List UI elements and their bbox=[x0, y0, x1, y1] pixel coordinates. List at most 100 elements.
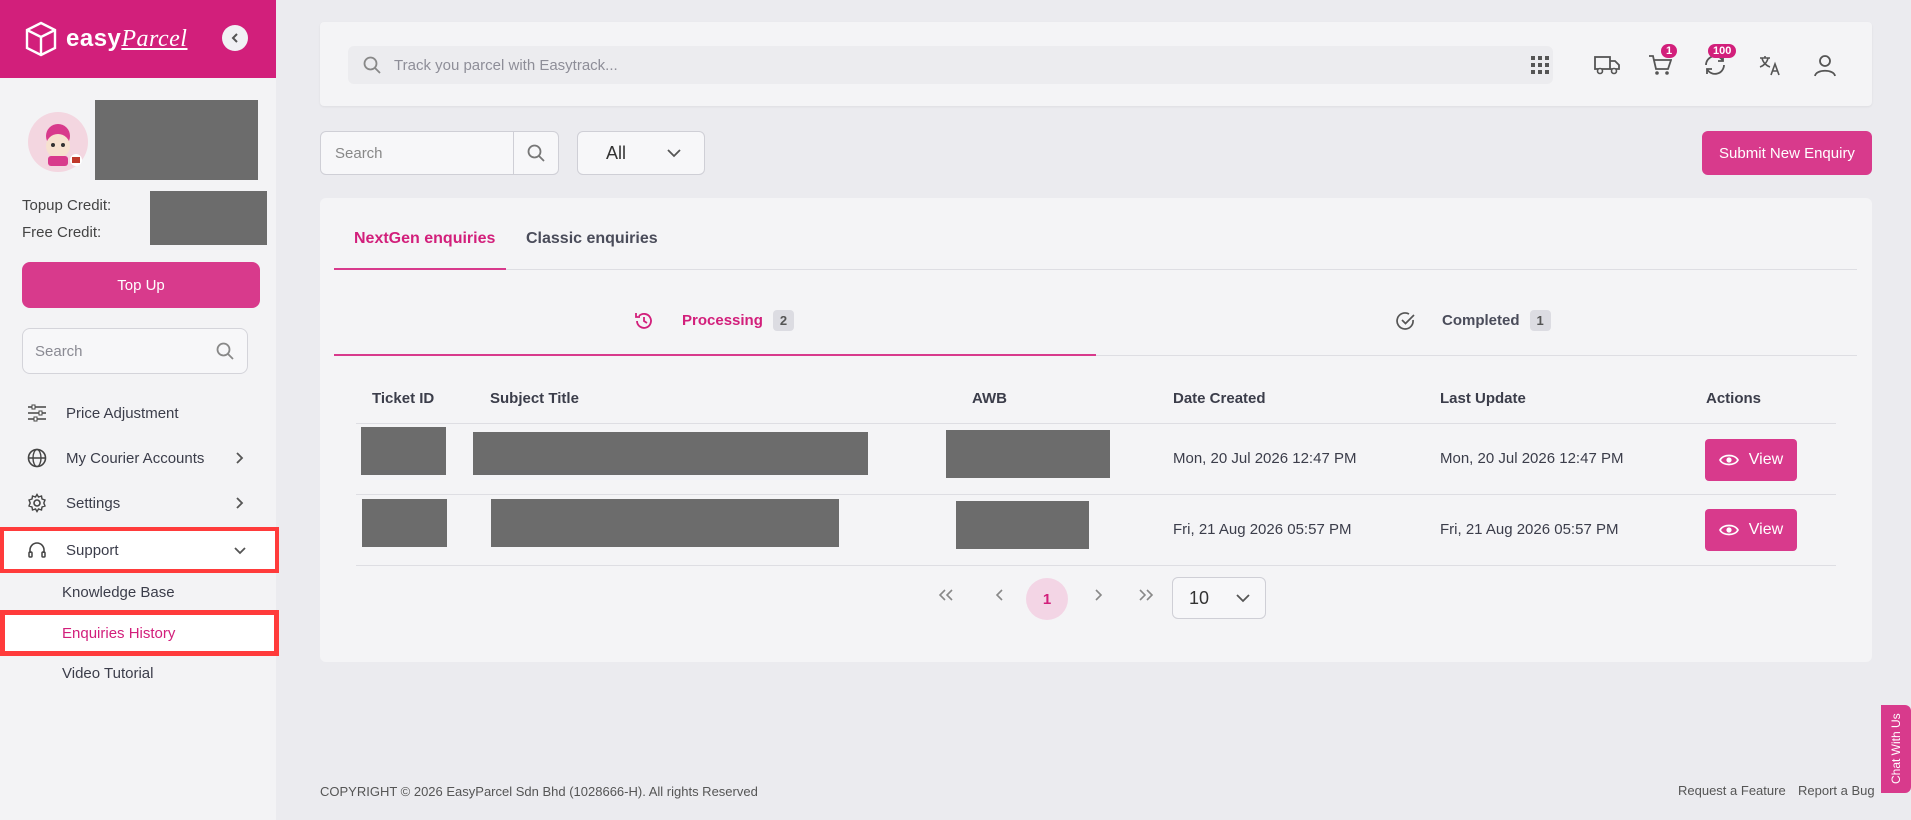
profile-button[interactable] bbox=[1810, 50, 1840, 80]
enquiry-search-input[interactable]: Search bbox=[320, 131, 559, 175]
subtab-completed[interactable]: Completed 1 bbox=[1396, 310, 1551, 331]
cart-badge: 1 bbox=[1661, 44, 1678, 58]
previous-page-button[interactable] bbox=[990, 588, 1010, 602]
page-size-select[interactable]: 10 bbox=[1172, 577, 1266, 619]
sidebar: easyParcel Topup Credit: Free Credit: To… bbox=[0, 0, 279, 820]
sidebar-subitem-enquiries-history[interactable]: Enquiries History bbox=[0, 610, 279, 656]
search-icon[interactable] bbox=[215, 341, 235, 361]
enquiry-search-placeholder: Search bbox=[335, 144, 383, 162]
chevron-down-icon bbox=[1236, 594, 1250, 603]
brand-header: easyParcel bbox=[0, 0, 276, 78]
page-size-value: 10 bbox=[1189, 587, 1210, 608]
view-button[interactable]: View bbox=[1705, 509, 1797, 551]
top-bar: Track you parcel with Easytrack... 1 100 bbox=[320, 22, 1872, 106]
subtab-completed-label: Completed bbox=[1442, 312, 1520, 329]
sidebar-subitem-video-tutorial[interactable]: Video Tutorial bbox=[0, 655, 276, 691]
sidebar-item-label: Support bbox=[66, 541, 119, 559]
sidebar-subitem-knowledge-base[interactable]: Knowledge Base bbox=[0, 574, 276, 610]
view-button[interactable]: View bbox=[1705, 439, 1797, 481]
free-credit-label: Free Credit: bbox=[22, 224, 102, 241]
redacted-subject-title bbox=[473, 432, 868, 475]
check-circle-icon bbox=[1396, 311, 1415, 330]
sidebar-item-label: Settings bbox=[66, 494, 121, 512]
top-up-button[interactable]: Top Up bbox=[22, 262, 260, 308]
cart-button[interactable]: 1 bbox=[1645, 44, 1678, 80]
notifications-badge: 100 bbox=[1708, 44, 1737, 58]
track-parcel-input[interactable]: Track you parcel with Easytrack... bbox=[348, 46, 1553, 84]
subtab-processing[interactable]: Processing 2 bbox=[634, 310, 795, 331]
chevron-right-icon bbox=[236, 452, 244, 464]
column-header-last-update: Last Update bbox=[1440, 390, 1526, 407]
column-header-date-created: Date Created bbox=[1173, 390, 1266, 407]
redacted-ticket-id bbox=[362, 499, 447, 547]
shipping-button[interactable] bbox=[1592, 50, 1622, 80]
date-created: Fri, 21 Aug 2026 05:57 PM bbox=[1173, 521, 1352, 538]
sidebar-item-label: Price Adjustment bbox=[66, 404, 179, 422]
submit-new-enquiry-button[interactable]: Submit New Enquiry bbox=[1702, 131, 1872, 175]
active-tab-indicator bbox=[334, 268, 506, 270]
sidebar-item-price-adjustment[interactable]: Price Adjustment bbox=[0, 393, 276, 433]
column-header-actions: Actions bbox=[1706, 390, 1762, 407]
table-row-divider bbox=[356, 494, 1836, 495]
grid-icon bbox=[1531, 56, 1549, 74]
redacted-awb bbox=[946, 430, 1110, 478]
gear-icon bbox=[28, 493, 46, 513]
sidebar-item-support[interactable]: Support bbox=[0, 527, 279, 573]
table-header-divider bbox=[356, 423, 1836, 424]
page-number-current[interactable]: 1 bbox=[1026, 578, 1068, 620]
sidebar-search-placeholder: Search bbox=[35, 342, 83, 360]
mascot-avatar-icon bbox=[46, 124, 82, 166]
logo[interactable]: easyParcel bbox=[24, 21, 187, 57]
chat-with-us-button[interactable]: Chat With Us bbox=[1881, 705, 1911, 793]
track-parcel-placeholder: Track you parcel with Easytrack... bbox=[394, 56, 618, 74]
subtab-processing-label: Processing bbox=[682, 312, 763, 329]
redacted-subject-title bbox=[491, 499, 839, 547]
last-page-button[interactable] bbox=[1134, 588, 1158, 602]
report-bug-link[interactable]: Report a Bug bbox=[1798, 783, 1875, 798]
eye-icon bbox=[1718, 454, 1739, 466]
redacted-ticket-id bbox=[361, 427, 446, 475]
tab-classic-enquiries[interactable]: Classic enquiries bbox=[526, 230, 658, 248]
active-subtab-indicator bbox=[334, 354, 1096, 356]
column-header-subject-title: Subject Title bbox=[490, 390, 579, 407]
chevron-left-icon bbox=[231, 33, 238, 43]
avatar[interactable] bbox=[28, 112, 88, 172]
notifications-button[interactable]: 100 bbox=[1700, 44, 1737, 80]
history-icon bbox=[635, 312, 652, 329]
redacted-credit-values bbox=[150, 191, 267, 245]
last-update: Fri, 21 Aug 2026 05:57 PM bbox=[1440, 521, 1619, 538]
globe-icon bbox=[27, 448, 47, 468]
last-update: Mon, 20 Jul 2026 12:47 PM bbox=[1440, 450, 1624, 467]
next-page-button[interactable] bbox=[1088, 588, 1108, 602]
language-button[interactable] bbox=[1755, 50, 1785, 80]
sidebar-search-input[interactable]: Search bbox=[22, 328, 248, 374]
tab-nextgen-enquiries[interactable]: NextGen enquiries bbox=[354, 230, 495, 248]
request-feature-link[interactable]: Request a Feature bbox=[1678, 783, 1786, 798]
completed-count: 1 bbox=[1529, 310, 1551, 331]
chevron-right-icon bbox=[236, 497, 244, 509]
table-row-divider bbox=[356, 565, 1836, 566]
view-button-label: View bbox=[1748, 521, 1784, 538]
view-button-label: View bbox=[1748, 451, 1784, 468]
eye-icon bbox=[1718, 524, 1739, 536]
search-icon bbox=[363, 56, 381, 74]
search-icon bbox=[527, 144, 545, 162]
sidebar-item-settings[interactable]: Settings bbox=[0, 483, 276, 523]
date-created: Mon, 20 Jul 2026 12:47 PM bbox=[1173, 450, 1357, 467]
brand-name: easyParcel bbox=[66, 25, 188, 52]
chevron-left-icon bbox=[995, 589, 1003, 601]
redacted-username bbox=[95, 100, 258, 180]
apps-grid-button[interactable] bbox=[1525, 50, 1555, 80]
tabs-divider bbox=[334, 269, 1857, 270]
first-page-button[interactable] bbox=[934, 588, 958, 602]
truck-icon bbox=[1594, 56, 1620, 75]
status-filter-select[interactable]: All bbox=[577, 131, 705, 175]
processing-count: 2 bbox=[772, 310, 795, 331]
sidebar-item-my-courier-accounts[interactable]: My Courier Accounts bbox=[0, 438, 276, 478]
column-header-ticket-id: Ticket ID bbox=[372, 390, 435, 407]
collapse-sidebar-button[interactable] bbox=[222, 25, 248, 51]
copyright-text: COPYRIGHT © 2026 EasyParcel Sdn Bhd (102… bbox=[320, 784, 758, 799]
enquiry-search-button[interactable] bbox=[513, 132, 558, 174]
chevron-down-icon bbox=[234, 547, 246, 555]
user-icon bbox=[1814, 55, 1836, 77]
